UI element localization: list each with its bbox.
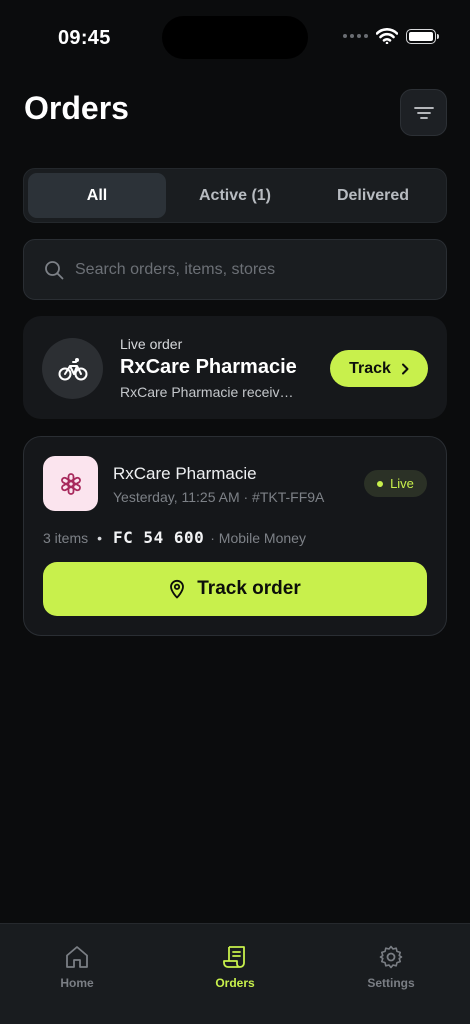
track-order-label: Track order	[197, 578, 301, 599]
track-order-button[interactable]: Track order	[43, 562, 427, 616]
status-icons	[343, 28, 439, 44]
order-meta: Yesterday, 11:25 AM · #TKT-FF9A	[113, 489, 325, 505]
payment-method: · Mobile Money	[210, 529, 306, 546]
signal-icon	[343, 34, 368, 38]
nav-settings[interactable]: Settings	[341, 944, 441, 990]
bicycle-icon	[58, 357, 87, 380]
status-time: 09:45	[58, 27, 111, 49]
chevron-right-icon	[401, 363, 409, 374]
separator: •	[97, 529, 103, 546]
tab-all[interactable]: All	[28, 173, 166, 218]
pharmacy-icon	[60, 472, 81, 495]
order-summary: 3 items • FC 54 600 · Mobile Money	[43, 528, 306, 547]
track-button[interactable]: Track	[330, 350, 428, 387]
location-pin-icon	[170, 579, 185, 599]
tab-active[interactable]: Active (1)	[166, 173, 304, 218]
order-total: FC 54 600	[113, 528, 205, 547]
search-bar[interactable]	[23, 239, 447, 300]
status-badge-label: Live	[390, 476, 414, 491]
filter-icon	[413, 106, 434, 119]
item-count: 3 items	[43, 529, 89, 546]
battery-icon	[406, 28, 439, 44]
nav-orders-label: Orders	[215, 976, 255, 990]
bottom-nav: Home Orders Settings	[0, 923, 470, 1024]
nav-home[interactable]: Home	[27, 944, 127, 990]
dynamic-island	[162, 16, 308, 59]
gear-icon	[379, 945, 403, 969]
bicycle-icon-wrap	[42, 338, 103, 399]
order-filter-tabs: All Active (1) Delivered	[23, 168, 447, 223]
live-order-label: Live order	[120, 336, 183, 352]
order-card[interactable]: RxCare Pharmacie Yesterday, 11:25 AM · #…	[23, 436, 447, 636]
page-title: Orders	[24, 90, 129, 126]
live-order-store: RxCare Pharmacie	[120, 356, 297, 378]
search-icon	[45, 260, 64, 279]
wifi-icon	[376, 28, 398, 44]
status-bar: 09:45	[0, 0, 470, 76]
search-input[interactable]	[75, 260, 405, 279]
track-button-label: Track	[349, 359, 391, 377]
home-icon	[66, 946, 88, 968]
tab-delivered[interactable]: Delivered	[304, 173, 442, 218]
order-store-name: RxCare Pharmacie	[113, 464, 257, 483]
live-order-status: RxCare Pharmacie receiv…	[120, 384, 294, 400]
receipt-icon	[223, 946, 245, 968]
live-dot-icon	[377, 480, 384, 487]
status-badge: Live	[364, 470, 427, 497]
live-order-banner[interactable]: Live order RxCare Pharmacie RxCare Pharm…	[23, 316, 447, 419]
nav-settings-label: Settings	[367, 976, 415, 990]
nav-home-label: Home	[60, 976, 94, 990]
filter-button[interactable]	[400, 89, 447, 136]
nav-orders[interactable]: Orders	[185, 944, 285, 990]
store-logo	[43, 456, 98, 511]
